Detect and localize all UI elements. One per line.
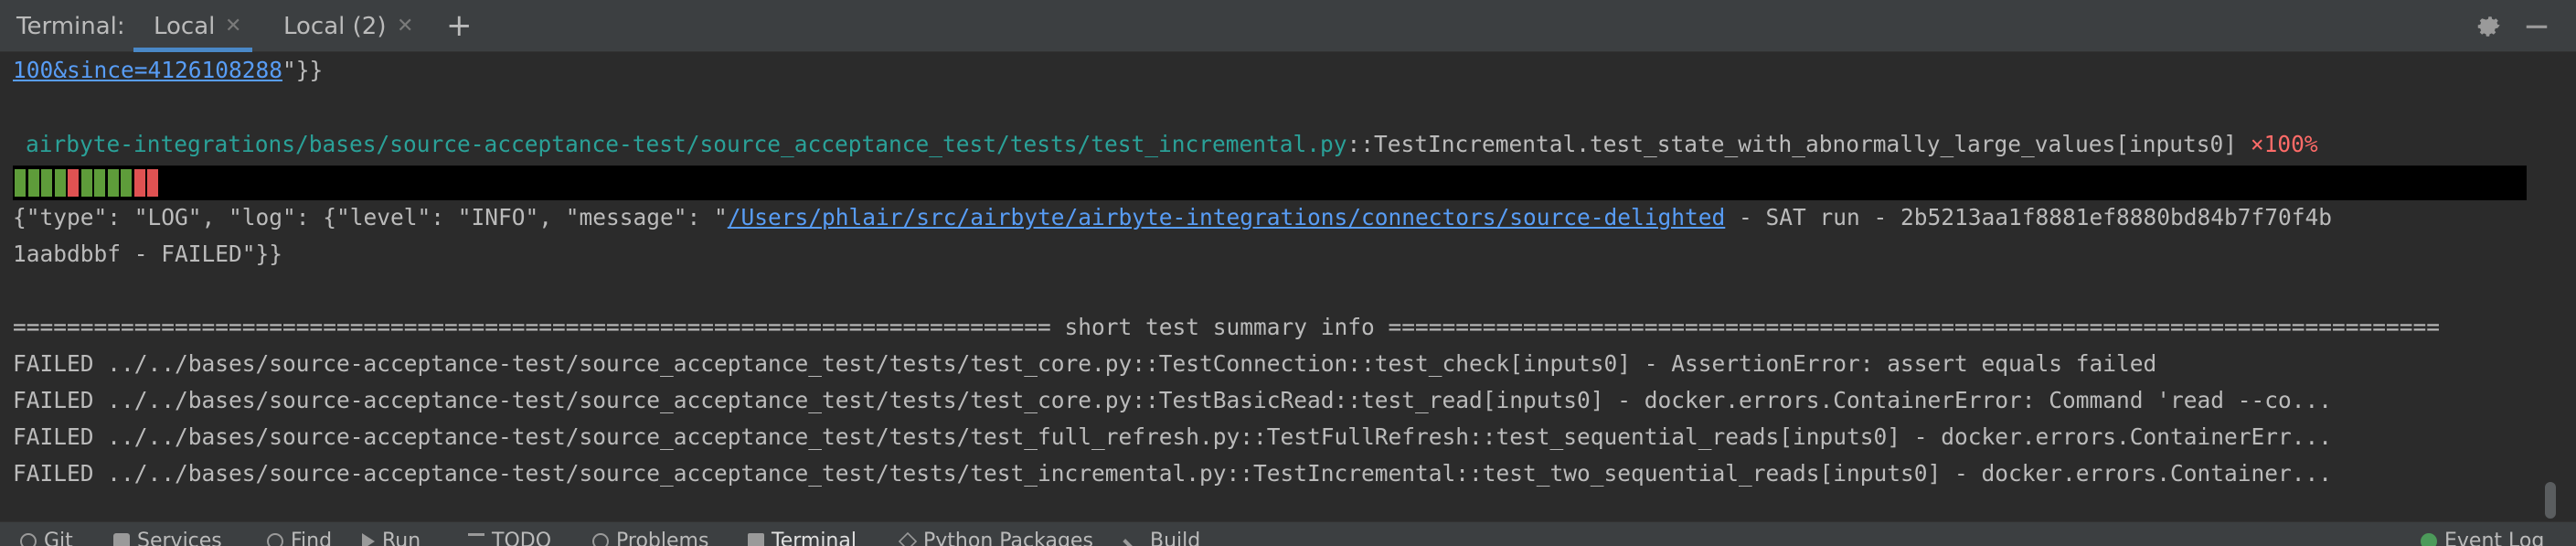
output-line: 100&since=4126108288"}} [13, 57, 324, 83]
close-icon[interactable]: ✕ [397, 15, 413, 37]
failed-test-line: FAILED ../../bases/source-acceptance-tes… [13, 460, 2333, 487]
progress-segment-pass [121, 169, 132, 197]
tab-local[interactable]: Local ✕ [133, 0, 252, 52]
terminal-title: Terminal: [16, 13, 125, 40]
output-line: airbyte-integrations/bases/source-accept… [26, 131, 2318, 157]
find-button[interactable]: Find [267, 530, 332, 546]
failed-test-line: FAILED ../../bases/source-acceptance-tes… [13, 350, 2157, 377]
terminal-output[interactable]: 100&since=4126108288"}} airbyte-integrat… [0, 52, 2576, 521]
test-progress-bar [13, 166, 2527, 200]
todo-icon [468, 533, 484, 546]
test-path: airbyte-integrations/bases/source-accept… [26, 131, 1347, 157]
progress-percent: ×100% [2250, 131, 2318, 157]
packages-icon [898, 531, 918, 546]
failed-test-line: FAILED ../../bases/source-acceptance-tes… [13, 423, 2333, 450]
close-icon[interactable]: ✕ [225, 15, 241, 37]
search-icon [267, 533, 283, 546]
progress-segment-fail [68, 169, 79, 197]
tab-label: Local (2) [283, 13, 387, 40]
event-log-icon [2421, 533, 2437, 546]
summary-header: ========================================… [13, 314, 2441, 340]
build-button[interactable]: Build [1123, 530, 1200, 546]
progress-segment-pass [80, 169, 92, 197]
tab-label: Local [154, 13, 216, 40]
problems-icon [592, 533, 609, 546]
git-icon [20, 533, 37, 546]
progress-segment-pass [27, 169, 39, 197]
run-icon [362, 533, 375, 546]
progress-segment-pass [107, 169, 119, 197]
run-button[interactable]: Run [362, 530, 420, 546]
services-icon [113, 533, 130, 546]
git-button[interactable]: Git [20, 530, 73, 546]
progress-segment-pass [94, 169, 105, 197]
progress-segment-fail [147, 169, 158, 197]
progress-segment-pass [54, 169, 66, 197]
tab-local-2[interactable]: Local (2) ✕ [263, 0, 428, 52]
output-line: {"type": "LOG", "log": {"level": "INFO",… [13, 204, 2333, 230]
minimize-icon[interactable] [2523, 13, 2550, 40]
terminal-button[interactable]: Terminal [748, 530, 857, 546]
failed-test-line: FAILED ../../bases/source-acceptance-tes… [13, 387, 2333, 413]
python-packages-button[interactable]: Python Packages [898, 530, 1093, 546]
tool-window-bar: Git Services Find Run TODO Problems Term… [0, 521, 2576, 546]
services-button[interactable]: Services [113, 530, 222, 546]
file-path-link[interactable]: /Users/phlair/src/airbyte/airbyte-integr… [728, 204, 1726, 230]
problems-button[interactable]: Problems [592, 530, 708, 546]
progress-segment-pass [41, 169, 52, 197]
gear-icon[interactable] [2475, 13, 2503, 40]
scrollbar[interactable] [2545, 482, 2556, 519]
event-log-button[interactable]: Event Log [2421, 530, 2544, 546]
plus-icon[interactable]: + [446, 7, 473, 44]
terminal-tab-bar: Terminal: Local ✕ Local (2) ✕ + [0, 0, 2576, 52]
output-line: 1aabdbbf - FAILED"}} [13, 241, 283, 267]
progress-segment-pass [15, 169, 26, 197]
terminal-icon [748, 533, 764, 546]
build-icon [1123, 530, 1146, 546]
todo-button[interactable]: TODO [468, 530, 551, 546]
url-link[interactable]: 100&since=4126108288 [13, 57, 282, 83]
progress-segment-fail [133, 169, 145, 197]
